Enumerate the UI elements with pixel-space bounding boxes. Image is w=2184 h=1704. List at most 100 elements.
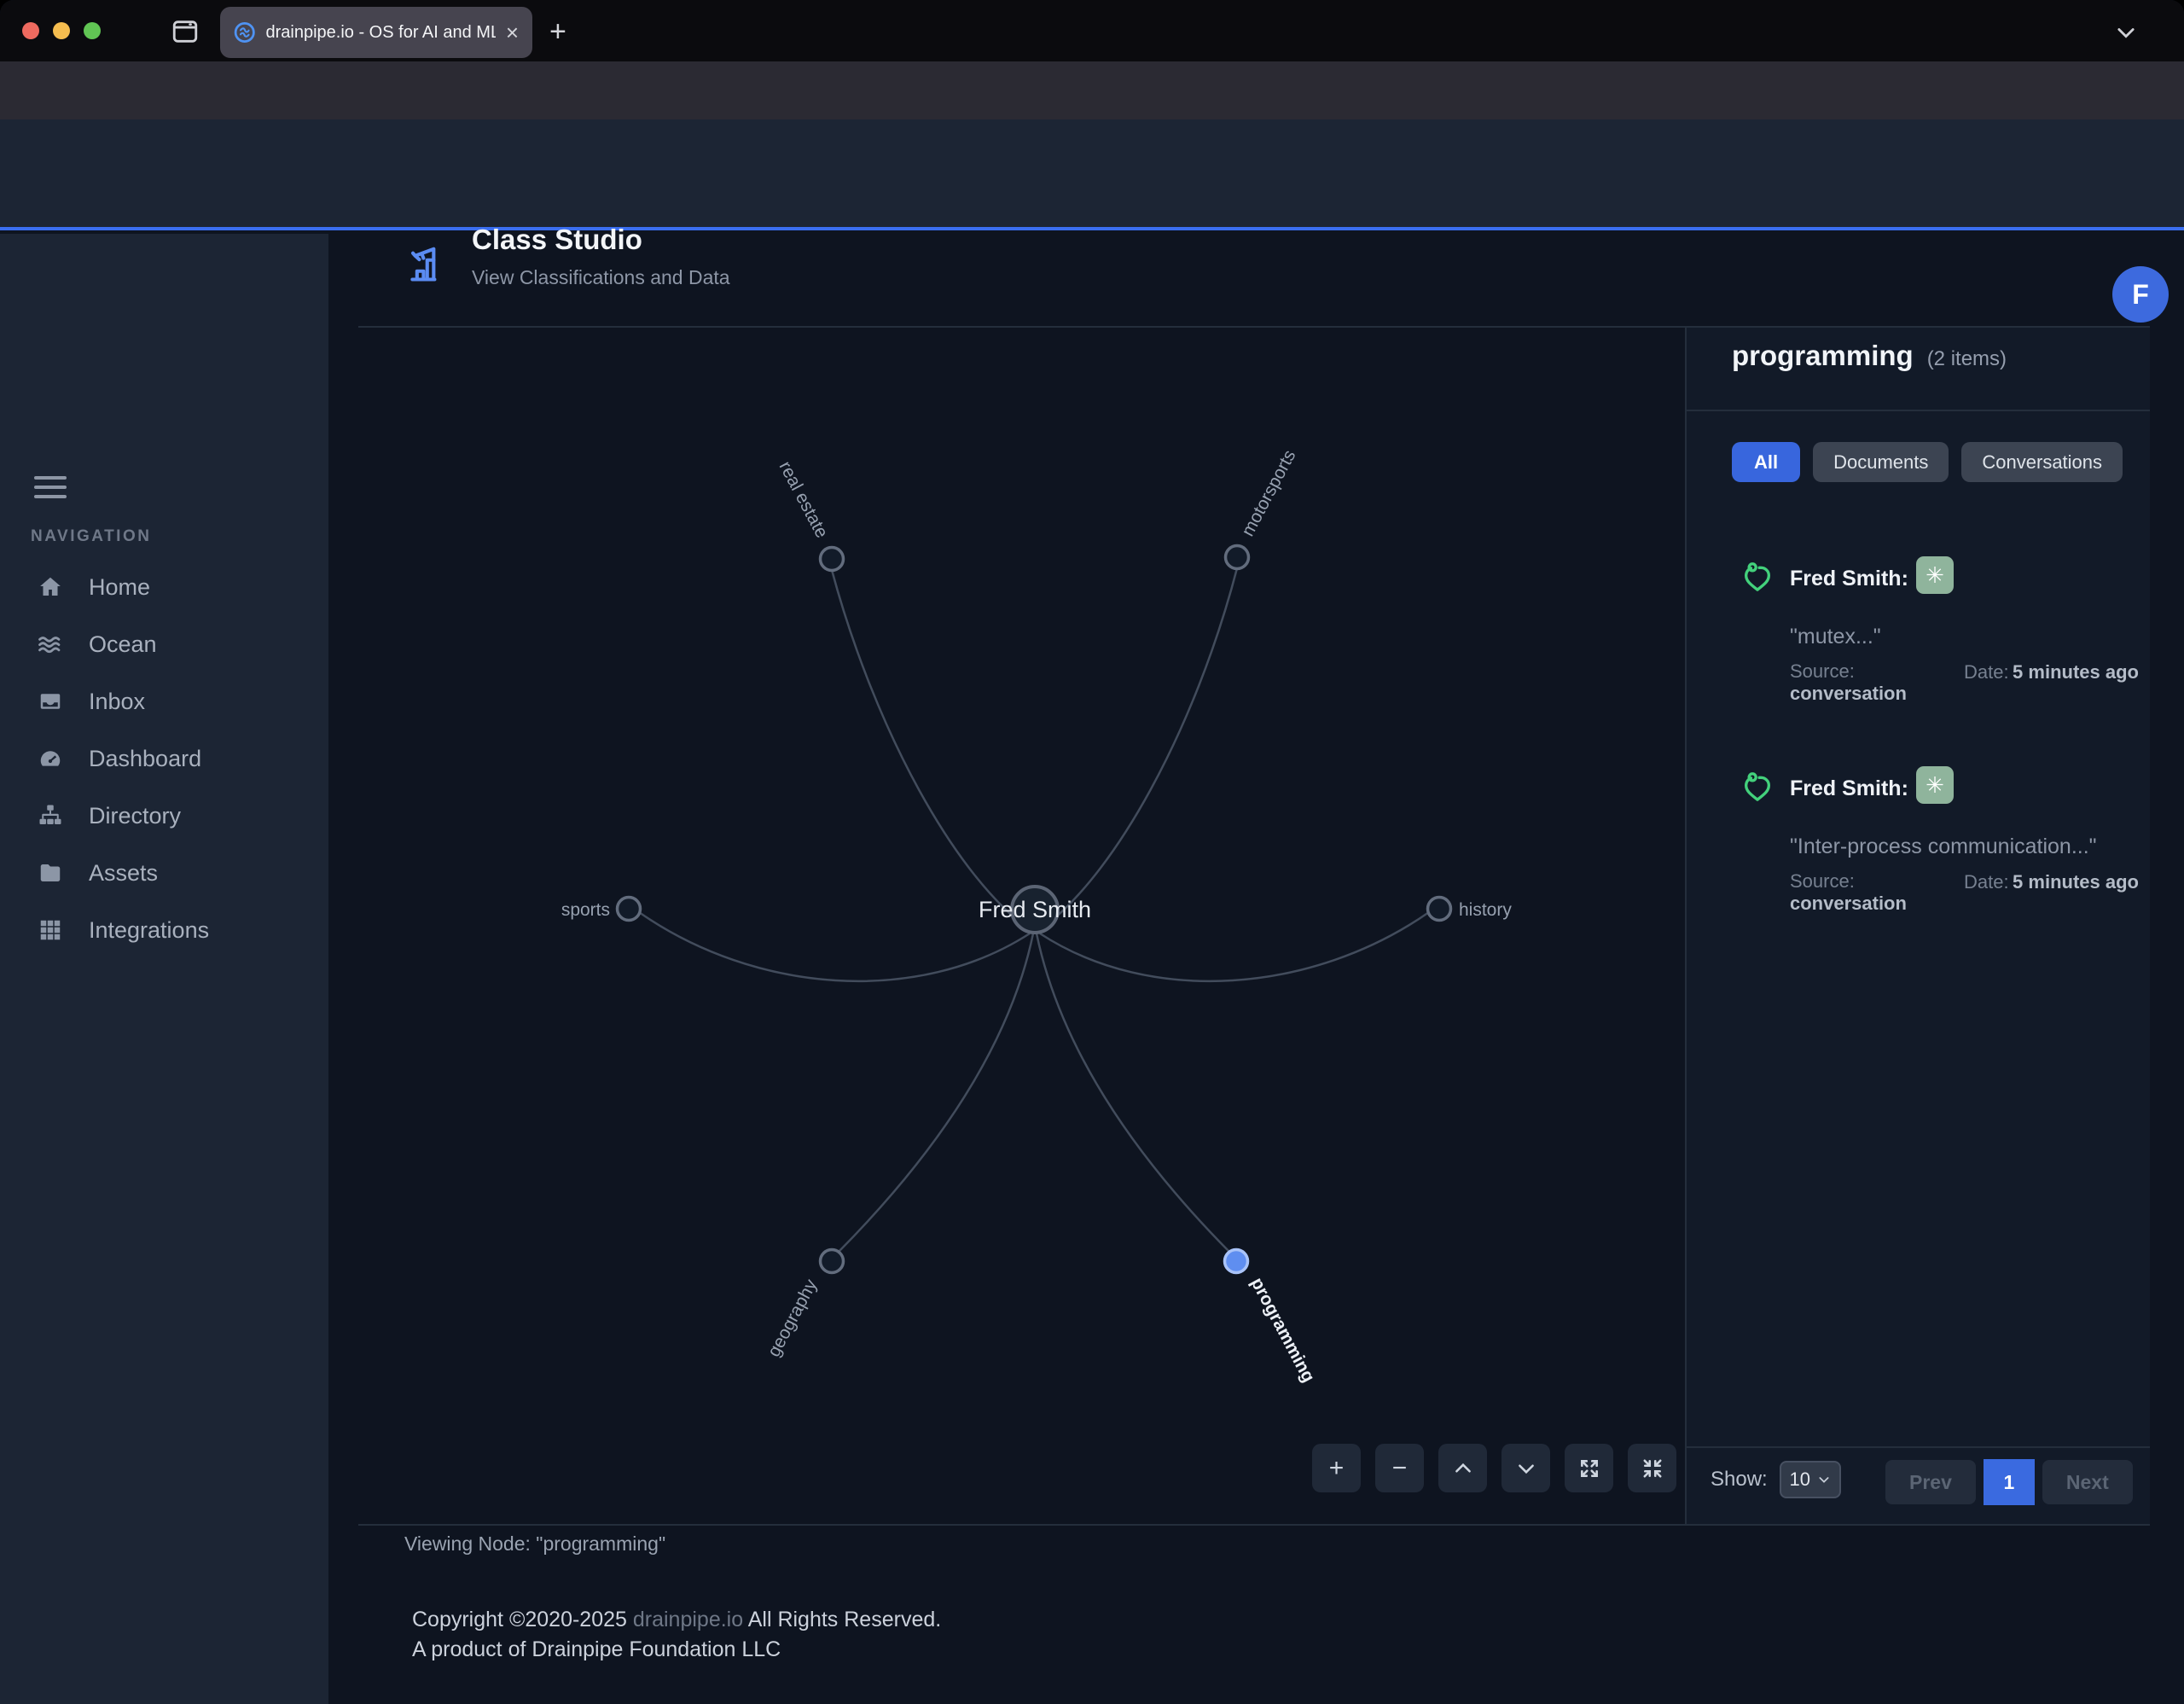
conversation-pin-icon	[1740, 560, 1774, 599]
item-source: Source: conversation	[1790, 870, 1952, 915]
collapse-icon	[1641, 1457, 1664, 1480]
graph-node-label: history	[1459, 900, 1512, 920]
panel-title-row: programming (2 items)	[1732, 340, 2007, 372]
sidebar-item-label: Inbox	[89, 689, 145, 715]
zoom-out-button[interactable]: −	[1375, 1444, 1424, 1492]
item-quote: "mutex..."	[1790, 625, 2140, 649]
browser-toolbar: https://app.drainpipe.io/class/694becc43…	[0, 61, 2184, 119]
graph-node-motorsports[interactable]	[1226, 546, 1249, 569]
current-page-button[interactable]: 1	[1984, 1459, 2035, 1505]
product-line: A product of Drainpipe Foundation LLC	[412, 1637, 781, 1662]
chatgpt-icon: ✳	[1916, 766, 1954, 804]
sidebar-collapse-icon[interactable]	[34, 476, 67, 498]
tab-close-icon[interactable]: ×	[506, 21, 519, 44]
sidebar-item-ocean[interactable]: Ocean	[0, 620, 328, 668]
user-avatar[interactable]: F	[2112, 266, 2169, 323]
show-label: Show:	[1711, 1468, 1768, 1492]
graph-edge	[1038, 568, 1237, 931]
viewing-node-status: Viewing Node: "programming"	[404, 1532, 665, 1556]
copyright-line: Copyright ©2020-2025 drainpipe.io All Ri…	[412, 1608, 941, 1632]
source-label: Source:	[1790, 660, 1855, 682]
item-author: Fred Smith:	[1790, 776, 1908, 801]
sidebar-item-label: Directory	[89, 803, 181, 829]
chatgpt-icon: ✳	[1916, 556, 1954, 594]
next-page-button[interactable]: Next	[2042, 1460, 2133, 1504]
sidebar-item-label: Assets	[89, 860, 158, 887]
graph-edge	[1040, 912, 1429, 981]
app-header: drainpipe.io ™ F	[0, 119, 2184, 230]
page-size-select[interactable]: 10	[1780, 1461, 1841, 1498]
sidebar-item-label: Ocean	[89, 631, 157, 658]
graph-node-geography[interactable]	[821, 1250, 844, 1273]
copyright-suffix: All Rights Reserved.	[748, 1608, 941, 1631]
sidebar-item-label: Home	[89, 574, 150, 601]
collapse-button[interactable]	[1628, 1444, 1676, 1492]
conversation-pin-icon	[1740, 770, 1774, 809]
page-size-control: Show: 10	[1711, 1461, 1841, 1498]
class-studio-icon	[408, 241, 452, 285]
new-tab-button[interactable]: +	[549, 15, 566, 49]
macos-minimize-button[interactable]	[53, 22, 70, 39]
tab-conversations[interactable]: Conversations	[1961, 442, 2123, 482]
tab-documents[interactable]: Documents	[1813, 442, 1949, 482]
classification-graph[interactable]: Fred Smithreal estatemotorsportssportshi…	[328, 328, 1683, 1522]
firefox-view-icon[interactable]	[171, 17, 200, 46]
item-date: Date: 5 minutes ago	[1964, 870, 2148, 894]
graph-center-label: Fred Smith	[979, 897, 1091, 922]
copyright-link[interactable]: drainpipe.io	[633, 1608, 743, 1631]
date-label: Date:	[1964, 871, 2009, 893]
chevron-down-icon	[1515, 1457, 1537, 1480]
pan-down-button[interactable]	[1502, 1444, 1550, 1492]
source-value: conversation	[1790, 683, 1907, 704]
browser-tab[interactable]: drainpipe.io - OS for AI and ML ×	[220, 7, 532, 58]
graph-node-label: programming	[1247, 1275, 1319, 1386]
graph-controls: + −	[1312, 1444, 1676, 1492]
copyright-prefix: Copyright ©2020-2025	[412, 1608, 627, 1631]
tab-all[interactable]: All	[1732, 442, 1800, 482]
graph-edge	[832, 570, 1031, 931]
item-date: Date: 5 minutes ago	[1964, 660, 2148, 684]
tab-title: drainpipe.io - OS for AI and ML	[266, 23, 496, 43]
chevron-down-icon	[1817, 1473, 1831, 1486]
graph-node-sports[interactable]	[618, 898, 641, 921]
sidebar-item-inbox[interactable]: Inbox	[0, 678, 328, 725]
sidebar-item-integrations[interactable]: Integrations	[0, 906, 328, 954]
sidebar-item-home[interactable]: Home	[0, 563, 328, 611]
gauge-icon	[38, 746, 63, 771]
graph-node-label: real estate	[775, 458, 832, 541]
expand-button[interactable]	[1565, 1444, 1613, 1492]
graph-node-real-estate[interactable]	[821, 548, 844, 571]
pan-up-button[interactable]	[1438, 1444, 1487, 1492]
source-value: conversation	[1790, 893, 1907, 914]
chevron-up-icon	[1452, 1457, 1474, 1480]
page-size-value: 10	[1789, 1468, 1809, 1491]
waves-icon	[38, 631, 63, 657]
panel-item-count: (2 items)	[1927, 347, 2007, 371]
panel-title: programming	[1732, 340, 1914, 372]
sidebar-section-label: NAVIGATION	[31, 527, 151, 546]
sidebar-item-dashboard[interactable]: Dashboard	[0, 735, 328, 782]
date-label: Date:	[1964, 661, 2009, 683]
panel-tabs: All Documents Conversations	[1732, 442, 2143, 482]
macos-close-button[interactable]	[22, 22, 39, 39]
item-source: Source: conversation	[1790, 660, 1952, 705]
graph-node-programming[interactable]	[1225, 1250, 1248, 1273]
sidebar: NAVIGATION Home Ocean Inbox Dashboard Di…	[0, 234, 328, 1704]
sidebar-item-assets[interactable]: Assets	[0, 849, 328, 897]
item-author: Fred Smith:	[1790, 567, 1908, 591]
grid-icon	[38, 917, 63, 943]
item-quote: "Inter-process communication..."	[1790, 835, 2148, 859]
tab-strip: drainpipe.io - OS for AI and ML × +	[0, 0, 2184, 61]
pagination: Prev 1 Next	[1885, 1459, 2133, 1505]
date-value: 5 minutes ago	[2013, 661, 2139, 683]
zoom-in-button[interactable]: +	[1312, 1444, 1361, 1492]
macos-zoom-button[interactable]	[84, 22, 101, 39]
graph-node-history[interactable]	[1428, 898, 1451, 921]
graph-node-label: geography	[764, 1276, 822, 1360]
divider	[358, 1524, 2150, 1526]
divider	[1687, 1446, 2150, 1448]
sidebar-item-directory[interactable]: Directory	[0, 792, 328, 840]
prev-page-button[interactable]: Prev	[1885, 1460, 1976, 1504]
expand-icon	[1578, 1457, 1600, 1480]
list-all-tabs-chevron-icon[interactable]	[2114, 20, 2138, 44]
